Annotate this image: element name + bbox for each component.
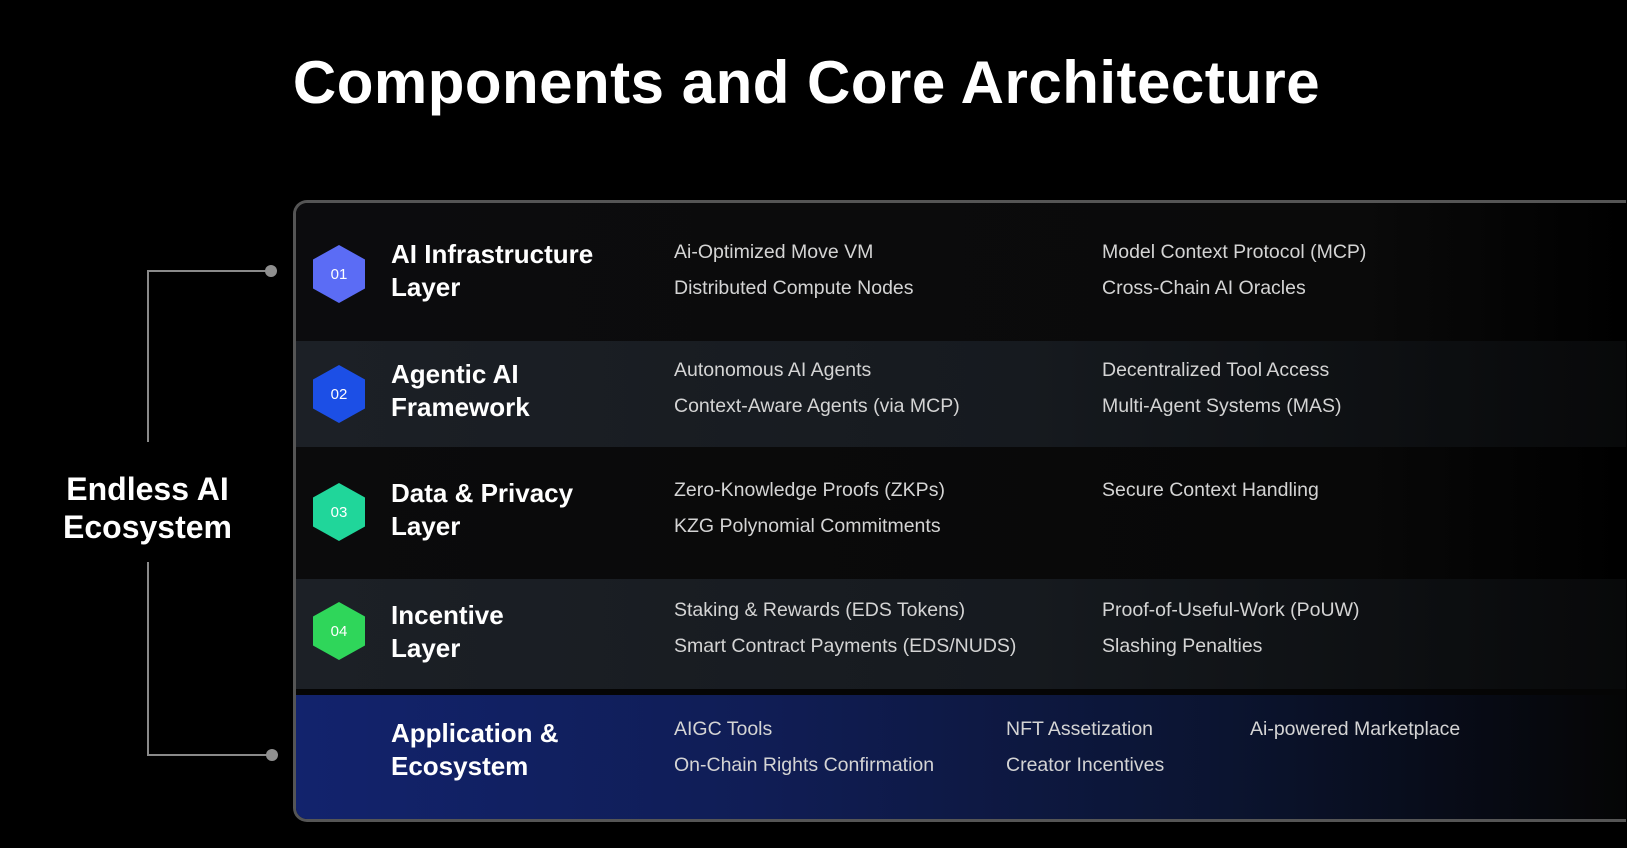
layer-item: Proof-of-Useful-Work (PoUW) (1102, 599, 1360, 621)
layer-name-line: Layer (391, 633, 461, 663)
layer-item: On-Chain Rights Confirmation (674, 754, 935, 776)
layer-item: Distributed Compute Nodes (674, 277, 914, 299)
layer-item: Cross-Chain AI Oracles (1102, 277, 1306, 299)
layer-name-line: AI Infrastructure (391, 239, 594, 269)
layer-name: Application & Ecosystem (391, 717, 559, 783)
layer-item: NFT Assetization (1006, 718, 1154, 740)
page-title: Components and Core Architecture (292, 49, 1321, 116)
layer-row-incentive: 04 Incentive Layer Staking & Rewards (ED… (296, 579, 1626, 689)
layer-item: Secure Context Handling (1102, 479, 1319, 501)
bracket-connector-bottom (147, 754, 270, 756)
layer-name: Data & Privacy Layer (391, 477, 573, 543)
layer-item: Multi-Agent Systems (MAS) (1102, 395, 1342, 417)
layer-item: Model Context Protocol (MCP) (1102, 241, 1367, 263)
layer-name: AI Infrastructure Layer (391, 238, 593, 304)
layer-item: Creator Incentives (1006, 754, 1165, 776)
layer-name-line: Layer (391, 272, 461, 302)
layer-row-ai-infrastructure: 01 AI Infrastructure Layer Ai-Optimized … (296, 203, 1626, 341)
layer-item: Ai-Optimized Move VM (674, 241, 874, 263)
layer-name-line: Incentive (391, 600, 504, 630)
layer-name: Agentic AI Framework (391, 358, 530, 424)
layer-number-badge: 02 (313, 365, 365, 423)
layer-name-line: Application & (391, 718, 559, 748)
layer-name-line: Ecosystem (391, 751, 529, 781)
architecture-panel: 01 AI Infrastructure Layer Ai-Optimized … (293, 200, 1626, 822)
layer-item: Smart Contract Payments (EDS/NUDS) (674, 635, 1017, 657)
layer-item: Staking & Rewards (EDS Tokens) (674, 599, 966, 621)
layer-row-application-ecosystem: Application & Ecosystem AIGC Tools On-Ch… (296, 695, 1626, 819)
layer-item: Autonomous AI Agents (674, 359, 872, 381)
bracket-line-bottom (147, 562, 149, 754)
layer-item: Decentralized Tool Access (1102, 359, 1330, 381)
connector-dot-top (265, 265, 277, 277)
layer-name-line: Framework (391, 392, 530, 422)
layer-item: Slashing Penalties (1102, 635, 1263, 657)
layer-item: Zero-Knowledge Proofs (ZKPs) (674, 479, 945, 501)
layer-name: Incentive Layer (391, 599, 504, 665)
bracket-connector-top (147, 270, 270, 272)
layer-item: KZG Polynomial Commitments (674, 515, 941, 537)
layer-number-badge: 01 (313, 245, 365, 303)
layer-item: Context-Aware Agents (via MCP) (674, 395, 960, 417)
layer-number-badge: 03 (313, 483, 365, 541)
ecosystem-label: Endless AI Ecosystem (63, 471, 232, 545)
layer-name-line: Layer (391, 511, 461, 541)
layer-row-data-privacy: 03 Data & Privacy Layer Zero-Knowledge P… (296, 447, 1626, 579)
connector-dot-bottom (266, 749, 278, 761)
layer-number-badge: 04 (313, 602, 365, 660)
layer-item: AIGC Tools (674, 718, 773, 740)
layer-item: Ai-powered Marketplace (1250, 718, 1461, 740)
layer-row-agentic-ai: 02 Agentic AI Framework Autonomous AI Ag… (296, 341, 1626, 447)
bracket-line-top (147, 270, 149, 442)
layer-name-line: Agentic AI (391, 359, 519, 389)
layer-name-line: Data & Privacy (391, 478, 574, 508)
